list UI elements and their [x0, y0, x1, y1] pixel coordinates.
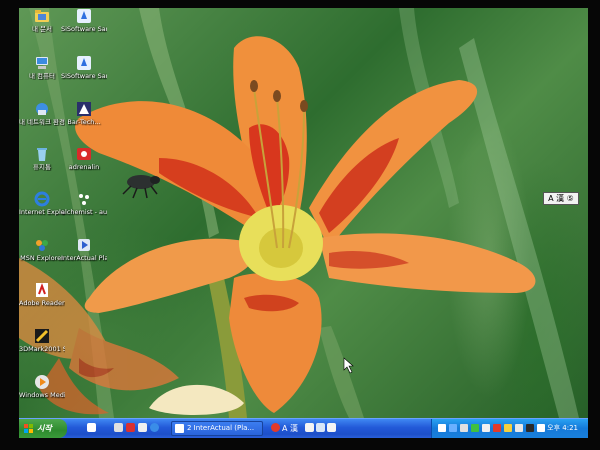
taskbar-button-interactual[interactable]: 2 InterActual (Pla... — [171, 421, 263, 436]
ime-tool-icon[interactable] — [316, 423, 325, 432]
desktop-icon-msn-explorer[interactable]: MSN Explorer — [19, 237, 65, 262]
desktop-icon-my-computer[interactable]: 내 컴퓨터 — [19, 55, 65, 80]
media-player-icon — [35, 375, 49, 389]
desktop-icon-interactual-player[interactable]: InterActual Player — [61, 237, 107, 262]
petal-bottom-left — [84, 238, 256, 313]
desktop-screen: 내 문서 SiSoftware Sandra ... 내 컴퓨터 SiSoftw… — [19, 8, 588, 438]
msn-icon — [36, 240, 48, 251]
tray-icon[interactable] — [438, 424, 446, 432]
desktop-icon-label: Internet Explorer — [19, 209, 65, 216]
desktop-icon-internet-explorer[interactable]: Internet Explorer — [19, 191, 65, 216]
desktop-icon-adrenalin[interactable]: adrenalin — [61, 146, 107, 171]
computer-icon — [36, 57, 48, 69]
alchemist-icon — [79, 194, 89, 205]
desktop-icon-label: InterActual Player — [61, 255, 107, 262]
desktop-icon-label: 내 문서 — [31, 26, 52, 33]
desktop-icon-sisoftware-1[interactable]: SiSoftware Sandra ... — [61, 8, 107, 33]
quick-launch-app-icon[interactable] — [126, 423, 135, 432]
ime-tool-icon[interactable] — [305, 423, 314, 432]
ime-tool-icon[interactable] — [327, 423, 336, 432]
start-button-label: 시작 — [37, 424, 52, 433]
desktop-icon-label: Adobe Reader 6.0 — [19, 300, 65, 307]
desktop-icon-label: adrenalin — [68, 164, 100, 171]
desktop-icon-media-player[interactable]: Windows Media ... — [19, 374, 65, 399]
desktop-icon-alchemist[interactable]: alchemist - audioalin... — [61, 191, 107, 216]
beetle — [122, 175, 160, 199]
quick-launch-app-icon[interactable] — [114, 423, 123, 432]
desktop-icon-my-documents[interactable]: 내 문서 — [19, 8, 65, 33]
anther — [250, 80, 258, 92]
anther — [300, 100, 308, 112]
internet-explorer-icon — [34, 191, 50, 207]
sandra-icon — [77, 9, 91, 23]
adobe-reader-icon — [36, 283, 48, 297]
language-indicator-icon[interactable] — [271, 423, 280, 432]
desktop-icon-sisoftware-2[interactable]: SiSoftware Sandra ... — [61, 55, 107, 80]
tray-icon[interactable] — [515, 424, 523, 432]
app-icon — [77, 102, 91, 116]
tray-icon[interactable] — [526, 424, 534, 432]
sandra-icon — [77, 56, 91, 70]
anther — [273, 90, 281, 102]
ime-language-bar[interactable]: A 漢 ⑤ — [543, 192, 579, 205]
desktop-icon-network-places[interactable]: 내 네트워크 환경 — [19, 101, 65, 126]
tray-icon[interactable] — [449, 424, 457, 432]
desktop-icon-label: Windows Media ... — [19, 392, 65, 399]
desktop-icon-adobe-reader[interactable]: Adobe Reader 6.0 — [19, 282, 65, 307]
clock[interactable]: 오후 4:21 — [547, 419, 578, 438]
adrenalin-icon — [77, 148, 91, 160]
desktop-icon-label: alchemist - audioalin... — [61, 209, 107, 216]
tray-icon[interactable] — [482, 424, 490, 432]
start-button[interactable]: 시작 — [19, 419, 67, 438]
quick-launch-desktop-icon[interactable] — [87, 423, 96, 432]
desktop-icon-label: SiSoftware Sandra ... — [61, 73, 107, 80]
tray-icon[interactable] — [504, 424, 512, 432]
desktop-icon-label: Bar-Tech... — [67, 119, 101, 126]
desktop-icon-3dmark[interactable]: 3DMark2001 SE — [19, 328, 65, 353]
taskbar-button-label: 2 InterActual (Pla... — [187, 424, 255, 432]
language-bar-text[interactable]: A 漢 — [282, 422, 298, 435]
desktop-icon-label: MSN Explorer — [20, 255, 64, 262]
3dmark-icon — [35, 329, 49, 343]
leaf-blade — [319, 326, 364, 418]
tray-icon[interactable] — [460, 424, 468, 432]
monitor-bezel: 내 문서 SiSoftware Sandra ... 내 컴퓨터 SiSoftw… — [0, 0, 600, 450]
desktop-icon-label: 내 컴퓨터 — [29, 73, 55, 80]
desktop-icon-recycle-bin[interactable]: 휴지통 — [19, 146, 65, 171]
tray-icon[interactable] — [493, 424, 501, 432]
folder-documents-icon — [35, 10, 49, 22]
desktop-icon-label: 3DMark2001 SE — [19, 346, 65, 353]
quick-launch-ie-icon[interactable] — [150, 423, 159, 432]
interactual-icon — [175, 424, 184, 433]
leaf-blade — [459, 38, 579, 418]
flower-throat-inner — [259, 228, 303, 268]
taskbar: 시작 2 InterActual (Pla... A 漢 오후 4:21 — [19, 418, 588, 438]
network-icon — [36, 103, 48, 115]
volume-icon[interactable] — [537, 424, 545, 432]
recycle-bin-icon — [37, 148, 47, 161]
desktop-icon-bar-tech[interactable]: Bar-Tech... — [61, 101, 107, 126]
windows-logo-icon — [24, 424, 33, 433]
desktop-icon-label: 내 네트워크 환경 — [19, 119, 65, 126]
interactual-icon — [78, 239, 90, 251]
quick-launch-app-icon[interactable] — [138, 423, 147, 432]
system-tray: 오후 4:21 — [431, 419, 588, 438]
tray-icon[interactable] — [471, 424, 479, 432]
desktop-icon-label: SiSoftware Sandra ... — [61, 26, 107, 33]
desktop-icon-label: 휴지통 — [33, 164, 51, 171]
